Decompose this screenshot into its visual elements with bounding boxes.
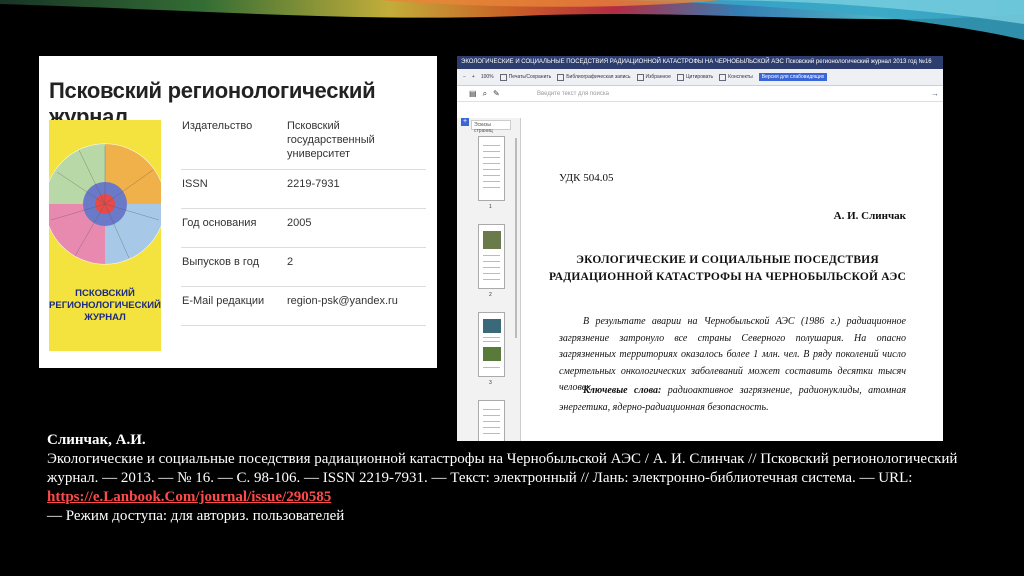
article-title-line: ЭКОЛОГИЧЕСКИЕ И СОЦИАЛЬНЫЕ ПОСЕДСТВИЯ (576, 254, 879, 266)
info-value: 2219-7931 (286, 169, 426, 209)
decorative-ribbon (0, 0, 1024, 40)
info-value: 2 (286, 247, 426, 287)
star-icon (636, 73, 644, 81)
citation-url-link[interactable]: https://e.Lanbook.Com/journal/issue/2905… (47, 489, 331, 505)
journal-info-card: Псковский регионологический журнал ПСКОВ… (39, 56, 437, 368)
document-page: УДК 504.05 А. И. Слинчак ЭКОЛОГИЧЕСКИЕ И… (522, 118, 943, 441)
article-author: А. И. Слинчак (833, 210, 906, 222)
page-thumbnail[interactable] (478, 224, 505, 289)
print-button[interactable]: Печать/Сохранить (499, 73, 551, 81)
info-value: Псковский государственный университет (286, 112, 426, 170)
thumbnails-scrollbar[interactable] (515, 138, 517, 338)
viewer-search-bar: ▤ ⌕ ✎ Введите текст для поиска → (457, 86, 943, 102)
info-key: ISSN (181, 169, 286, 209)
info-key: Выпусков в год (181, 247, 286, 287)
info-key: E-Mail редакции (181, 286, 286, 326)
journal-info-table: Издательство Псковский государственный у… (181, 112, 426, 326)
notes-button[interactable]: Конспекты (719, 73, 753, 81)
journal-cover-image: ПСКОВСКИЙ РЕГИОНОЛОГИЧЕСКИЙ ЖУРНАЛ (49, 120, 161, 351)
keywords-label: Ключевые слова: (583, 385, 662, 396)
article-title-line: РАДИАЦИОННОЙ КАТАСТРОФЫ НА ЧЕРНОБЫЛЬСКОЙ… (548, 271, 906, 283)
pages-icon[interactable]: ▤ (469, 89, 477, 99)
info-value: 2005 (286, 208, 426, 248)
quote-icon (676, 73, 684, 81)
page-thumbnail[interactable] (478, 312, 505, 377)
favorites-button[interactable]: Избранное (636, 73, 671, 81)
accessibility-button[interactable]: Версия для слабовидящих (758, 73, 828, 81)
viewer-tools: ▤ ⌕ ✎ (457, 89, 517, 99)
search-input[interactable]: Введите текст для поиска (517, 91, 931, 97)
info-row: ISSN 2219-7931 (181, 169, 426, 209)
page-thumbnail[interactable] (478, 136, 505, 201)
article-keywords: Ключевые слова: радиоактивное загрязнени… (559, 383, 906, 416)
viewer-toolbar: − + 100% Печать/Сохранить Библиографичес… (457, 69, 943, 86)
page-number: 2 (489, 292, 492, 298)
plus-icon[interactable]: + (461, 118, 469, 126)
zoom-level[interactable]: 100% (481, 74, 494, 80)
info-key: Издательство (181, 112, 286, 170)
bibliographic-citation: Слинчак, А.И. Экологические и социальные… (47, 431, 977, 526)
info-row: E-Mail редакции region-psk@yandex.ru (181, 286, 426, 326)
zoom-out-button[interactable]: − (463, 74, 466, 80)
citation-text: Экологические и социальные поседствия ра… (47, 451, 958, 486)
article-title: ЭКОЛОГИЧЕСКИЕ И СОЦИАЛЬНЫЕ ПОСЕДСТВИЯ РА… (522, 252, 933, 286)
citation-suffix: — Режим доступа: для авториз. пользовате… (47, 508, 345, 524)
printer-icon (499, 73, 507, 81)
notes-icon (719, 73, 727, 81)
page-number: 3 (489, 380, 492, 386)
citation-author: Слинчак, А.И. (47, 432, 146, 448)
info-value: region-psk@yandex.ru (286, 286, 426, 326)
page-number: 1 (489, 204, 492, 210)
info-row: Год основания 2005 (181, 208, 426, 248)
bibliography-button[interactable]: Библиографическая запись (557, 73, 631, 81)
thumbnails-panel: + Эскизы страниц 1 2 3 (457, 118, 521, 441)
search-icon[interactable]: ⌕ (483, 89, 487, 99)
zoom-in-button[interactable]: + (472, 74, 475, 80)
search-go-icon[interactable]: → (931, 89, 943, 98)
pen-icon[interactable]: ✎ (493, 89, 500, 99)
info-row: Выпусков в год 2 (181, 247, 426, 287)
info-row: Издательство Псковский государственный у… (181, 112, 426, 170)
book-icon (557, 73, 565, 81)
viewer-title: ЭКОЛОГИЧЕСКИЕ И СОЦИАЛЬНЫЕ ПОСЕДСТВИЯ РА… (457, 56, 943, 69)
document-viewer: ЭКОЛОГИЧЕСКИЕ И СОЦИАЛЬНЫЕ ПОСЕДСТВИЯ РА… (457, 56, 943, 441)
udk-code: УДК 504.05 (559, 172, 614, 184)
quote-button[interactable]: Цитировать (676, 73, 713, 81)
cover-title-text: ПСКОВСКИЙ РЕГИОНОЛОГИЧЕСКИЙ ЖУРНАЛ (49, 288, 161, 323)
info-key: Год основания (181, 208, 286, 248)
tab-thumbnails[interactable]: Эскизы страниц (471, 120, 511, 134)
